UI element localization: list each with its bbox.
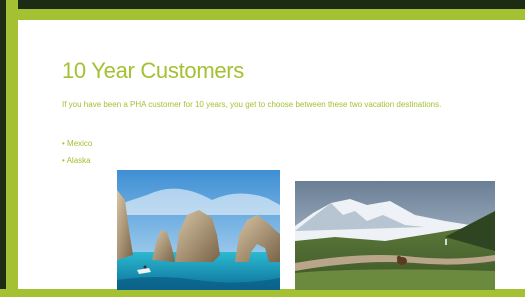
slide-body-text: If you have been a PHA customer for 10 y… (62, 100, 442, 109)
left-dark-border (0, 0, 6, 297)
top-green-border (0, 9, 525, 20)
bullet-mexico: • Mexico (62, 139, 93, 148)
slide-frame: 10 Year Customers If you have been a PHA… (0, 0, 525, 297)
bullet-alaska: • Alaska (62, 156, 91, 165)
top-dark-border (0, 0, 525, 9)
mexico-photo (117, 170, 280, 290)
bottom-green-border (0, 289, 525, 297)
alaska-photo (295, 181, 495, 290)
slide-title: 10 Year Customers (62, 58, 245, 83)
